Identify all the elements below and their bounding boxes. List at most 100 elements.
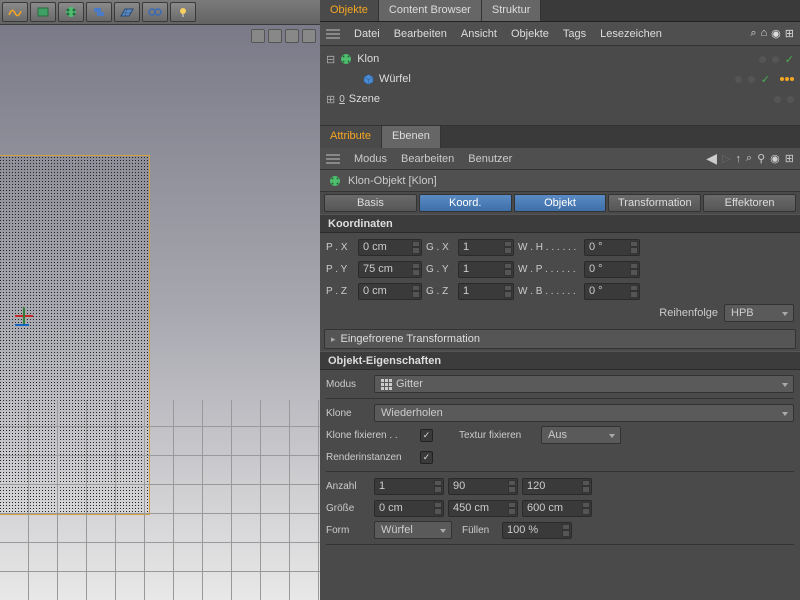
tool-floor-icon[interactable] [114,2,140,22]
dropdown-form[interactable]: Würfel [374,521,452,539]
tab-attribute[interactable]: Attribute [320,126,382,148]
menu-benutzer[interactable]: Benutzer [468,153,512,165]
object-title-bar: Klon-Objekt [Klon] [320,170,800,192]
panel-btn-koord[interactable]: Koord. [419,194,512,212]
dropdown-reihenfolge[interactable]: HPB [724,304,794,322]
nav-fwd-icon[interactable]: ▷ [722,152,730,165]
tool-light-icon[interactable] [170,2,196,22]
field-gx[interactable]: 1 [458,239,514,256]
menu-ansicht[interactable]: Ansicht [461,28,497,40]
search-icon[interactable]: ⌕ [750,27,756,40]
checkbox-renderinstanzen[interactable] [420,451,433,464]
tool-camera-icon[interactable] [142,2,168,22]
eye-icon[interactable]: ◉ [770,152,780,165]
section-koordinaten: Koordinaten [320,214,800,233]
field-groesse-1[interactable]: 0 cm [374,500,444,517]
field-wb[interactable]: 0 ° [584,283,640,300]
menu-bearbeiten[interactable]: Bearbeiten [401,153,454,165]
expand-icon[interactable]: ⊞ [785,27,794,40]
nav-up-icon[interactable]: ↑ [735,153,741,165]
tree-item-wuerfel[interactable]: Würfel ✓ [326,69,794,89]
section-frozen-transform[interactable]: Eingefrorene Transformation [324,329,796,349]
label-wp: W . P . . . . . . [518,264,580,275]
menu-tags[interactable]: Tags [563,28,586,40]
label-pz: P . Z [326,286,354,297]
tree-item-szene[interactable]: ⊞ 0 Szene [326,89,794,109]
enable-check-icon[interactable]: ✓ [761,73,770,86]
tool-environment-icon[interactable] [30,2,56,22]
field-anzahl-2[interactable]: 90 [448,478,518,495]
field-groesse-3[interactable]: 600 cm [522,500,592,517]
menu-bearbeiten[interactable]: Bearbeiten [394,28,447,40]
nav-back-icon[interactable]: ◀ [706,150,717,167]
home-icon[interactable]: ⌂ [761,27,768,40]
cloner-icon [339,52,353,66]
label-px: P . X [326,242,354,253]
grid-floor [0,400,320,600]
attribute-tabs: Attribute Ebenen [320,126,800,148]
tab-struktur[interactable]: Struktur [482,0,542,21]
tree-item-klon[interactable]: ⊟ Klon ✓ [326,49,794,69]
field-anzahl-1[interactable]: 1 [374,478,444,495]
field-wh[interactable]: 0 ° [584,239,640,256]
viewport-nav-icon[interactable] [302,29,316,43]
axis-gizmo[interactable] [15,315,33,326]
tab-ebenen[interactable]: Ebenen [382,126,441,148]
tab-objekte[interactable]: Objekte [320,0,379,21]
tool-boolean-icon[interactable] [86,2,112,22]
dropdown-klone[interactable]: Wiederholen [374,404,794,422]
attribute-menubar: Modus Bearbeiten Benutzer ◀ ▷ ↑ ⌕ ⚲ ◉ ⊞ [320,148,800,170]
object-tree: ⊟ Klon ✓ Würfel ✓ ⊞ 0 Szene [320,46,800,126]
viewport-nav-icon[interactable] [268,29,282,43]
lock-icon[interactable]: ⚲ [757,152,765,165]
3d-viewport[interactable] [0,25,320,600]
viewport-nav-icon[interactable] [285,29,299,43]
main-toolbar [0,0,320,25]
tool-deformer-icon[interactable] [2,2,28,22]
dropdown-textur-fixieren[interactable]: Aus [541,426,621,444]
field-wp[interactable]: 0 ° [584,261,640,278]
field-anzahl-3[interactable]: 120 [522,478,592,495]
menu-datei[interactable]: Datei [354,28,380,40]
object-manager-menubar: Datei Bearbeiten Ansicht Objekte Tags Le… [320,22,800,46]
panel-btn-transformation[interactable]: Transformation [608,194,701,212]
search-icon[interactable]: ⌕ [746,152,752,165]
viewport-nav-icon[interactable] [251,29,265,43]
tree-label: Szene [349,93,380,105]
panel-btn-basis[interactable]: Basis [324,194,417,212]
menu-modus[interactable]: Modus [354,153,387,165]
label-textur-fixieren: Textur fixieren [459,430,537,441]
tool-cloner-icon[interactable] [58,2,84,22]
label-form: Form [326,525,370,536]
field-px[interactable]: 0 cm [358,239,422,256]
menu-lesezeichen[interactable]: Lesezeichen [600,28,662,40]
viewport-panel [0,0,320,600]
section-objekt-eigenschaften: Objekt-Eigenschaften [320,351,800,370]
label-klone-fixieren: Klone fixieren . . [326,430,416,441]
label-gy: G . Y [426,264,454,275]
object-manager-tabs: Objekte Content Browser Struktur [320,0,800,22]
eye-icon[interactable]: ◉ [771,27,781,40]
dropdown-modus[interactable]: Gitter [374,375,794,393]
label-gx: G . X [426,242,454,253]
checkbox-klone-fixieren[interactable] [420,429,433,442]
label-reihenfolge: Reihenfolge [659,307,718,319]
tag-icon[interactable] [780,77,794,81]
panel-btn-effektoren[interactable]: Effektoren [703,194,796,212]
menu-objekte[interactable]: Objekte [511,28,549,40]
expand-icon[interactable]: ⊞ [785,152,794,165]
field-gz[interactable]: 1 [458,283,514,300]
field-fuellen[interactable]: 100 % [502,522,572,539]
label-klone: Klone [326,408,370,419]
label-wb: W . B . . . . . . [518,286,580,297]
attribute-panel-tabs: Basis Koord. Objekt Transformation Effek… [320,192,800,214]
enable-check-icon[interactable]: ✓ [785,53,794,66]
label-gz: G . Z [426,286,454,297]
panel-btn-objekt[interactable]: Objekt [514,194,607,212]
field-gy[interactable]: 1 [458,261,514,278]
tab-content-browser[interactable]: Content Browser [379,0,482,21]
field-groesse-2[interactable]: 450 cm [448,500,518,517]
field-pz[interactable]: 0 cm [358,283,422,300]
field-py[interactable]: 75 cm [358,261,422,278]
menu-grip-icon [326,28,340,40]
